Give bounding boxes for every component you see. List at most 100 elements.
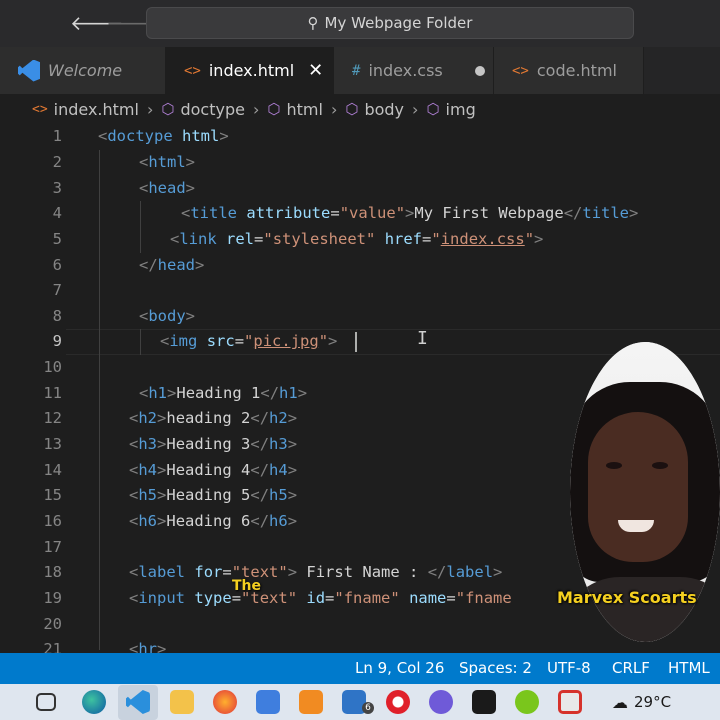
line-number: 10 (43, 358, 62, 376)
code-line-2: <html> (139, 153, 196, 171)
tab-label: index.html (208, 61, 295, 80)
tab-bar: Welcome <> index.html ✕ # index.css <> c… (0, 47, 720, 94)
code-line-19: <input type="text" id="fname" name="fnam… (129, 589, 512, 607)
breadcrumb-item[interactable]: img (446, 100, 476, 119)
line-number: 19 (43, 589, 62, 607)
presenter-eye (606, 462, 622, 469)
indent-guide (140, 201, 141, 253)
code-line-9: <img src="pic.jpg"> (160, 332, 338, 350)
line-number: 14 (43, 461, 62, 479)
encoding-setting[interactable]: UTF-8 (547, 653, 591, 684)
code-line-14: <h4>Heading 4</h4> (129, 461, 298, 479)
line-number: 6 (52, 256, 62, 274)
ibeam-cursor-icon: I (417, 328, 428, 349)
css-icon: # (352, 62, 361, 79)
html-icon: <> (32, 101, 48, 117)
code-line-5: <link rel="stylesheet" href="index.css"> (170, 230, 544, 248)
line-number: 17 (43, 538, 62, 556)
line-number: 13 (43, 435, 62, 453)
unsaved-dot-icon[interactable] (474, 65, 485, 76)
line-number: 8 (52, 307, 62, 325)
chevron-right-icon: › (330, 99, 338, 119)
line-number: 1 (52, 127, 62, 145)
weather-widget[interactable]: ☁ 29°C (612, 684, 671, 720)
cursor-position[interactable]: Ln 9, Col 26 (355, 653, 444, 684)
search-icon: ⚲ (307, 14, 319, 32)
code-line-4: <title attribute="value">My First Webpag… (181, 204, 639, 222)
presenter-name-caption: Marvex Scoarts (557, 588, 697, 607)
breadcrumb-item[interactable]: body (364, 100, 404, 119)
windows-taskbar: 6 ☁ 29°C (0, 684, 720, 720)
line-number: 7 (52, 281, 62, 299)
tab-welcome[interactable]: Welcome (0, 47, 166, 94)
edge-icon[interactable] (82, 690, 106, 714)
search-text: My Webpage Folder (324, 14, 473, 32)
chevron-right-icon: › (146, 99, 154, 119)
symbol-cube-icon: ⬡ (345, 100, 359, 118)
vscode-logo-icon (18, 59, 40, 82)
presenter-shirt (570, 577, 720, 642)
code-line-3: <head> (139, 179, 196, 197)
app-red-icon[interactable] (558, 690, 582, 714)
firefox-icon[interactable] (213, 690, 237, 714)
title-bar: 🡐 🡒 ⚲ My Webpage Folder (0, 0, 720, 47)
tab-label: index.css (368, 61, 443, 80)
symbol-cube-icon: ⬡ (426, 100, 440, 118)
terminal-icon[interactable] (472, 690, 496, 714)
breadcrumb-item[interactable]: index.html (54, 100, 139, 119)
line-number: 9 (52, 332, 62, 350)
line-number: 5 (52, 230, 62, 248)
html-icon: <> (184, 62, 201, 79)
tab-code-html[interactable]: <> code.html (494, 47, 644, 94)
breadcrumb: <> index.html › ⬡ doctype › ⬡ html › ⬡ b… (0, 94, 720, 124)
breadcrumb-item[interactable]: html (286, 100, 322, 119)
breadcrumb-item[interactable]: doctype (180, 100, 244, 119)
code-line-21: <hr> (129, 640, 167, 653)
symbol-cube-icon: ⬡ (161, 100, 175, 118)
code-line-15: <h5>Heading 5</h5> (129, 486, 298, 504)
line-number: 11 (43, 384, 62, 402)
chevron-right-icon: › (252, 99, 260, 119)
store-icon[interactable] (256, 690, 280, 714)
temperature: 29°C (634, 693, 672, 711)
language-mode[interactable]: HTML (668, 653, 710, 684)
tab-label: code.html (536, 61, 617, 80)
presenter-eye (652, 462, 668, 469)
presenter-face (588, 412, 688, 562)
task-view-icon[interactable] (36, 693, 56, 711)
chevron-right-icon: › (412, 99, 419, 119)
status-bar: Ln 9, Col 26 Spaces: 2 UTF-8 CRLF HTML (0, 653, 720, 684)
tab-index-html[interactable]: <> index.html ✕ (166, 47, 334, 94)
tab-index-css[interactable]: # index.css (334, 47, 494, 94)
eol-setting[interactable]: CRLF (612, 653, 650, 684)
tab-label: Welcome (48, 61, 123, 80)
line-number: 4 (52, 204, 62, 222)
opera-icon[interactable] (386, 690, 410, 714)
code-line-13: <h3>Heading 3</h3> (129, 435, 298, 453)
text-caret (355, 332, 357, 352)
symbol-cube-icon: ⬡ (267, 100, 281, 118)
line-number: 20 (43, 615, 62, 633)
code-line-8: <body> (139, 307, 196, 325)
notification-badge: 6 (362, 702, 374, 714)
code-line-6: </head> (139, 256, 205, 274)
line-number: 18 (43, 563, 62, 581)
media-icon[interactable] (429, 690, 453, 714)
html-icon: <> (512, 62, 529, 79)
line-number: 12 (43, 409, 62, 427)
line-number: 3 (52, 179, 62, 197)
code-line-16: <h6>Heading 6</h6> (129, 512, 298, 530)
line-number: 16 (43, 512, 62, 530)
line-number: 15 (43, 486, 62, 504)
line-number: 21 (43, 640, 62, 653)
app-green-icon[interactable] (515, 690, 539, 714)
code-line-12: <h2>heading 2</h2> (129, 409, 298, 427)
sublime-icon[interactable] (299, 690, 323, 714)
code-line-1: <doctype html> (98, 127, 229, 145)
indentation-setting[interactable]: Spaces: 2 (459, 653, 532, 684)
subtitle-caption: The (232, 578, 262, 594)
close-icon[interactable]: ✕ (308, 60, 323, 81)
code-line-11: <h1>Heading 1</h1> (139, 384, 308, 402)
command-center-search[interactable]: ⚲ My Webpage Folder (146, 7, 634, 39)
file-explorer-icon[interactable] (170, 690, 194, 714)
